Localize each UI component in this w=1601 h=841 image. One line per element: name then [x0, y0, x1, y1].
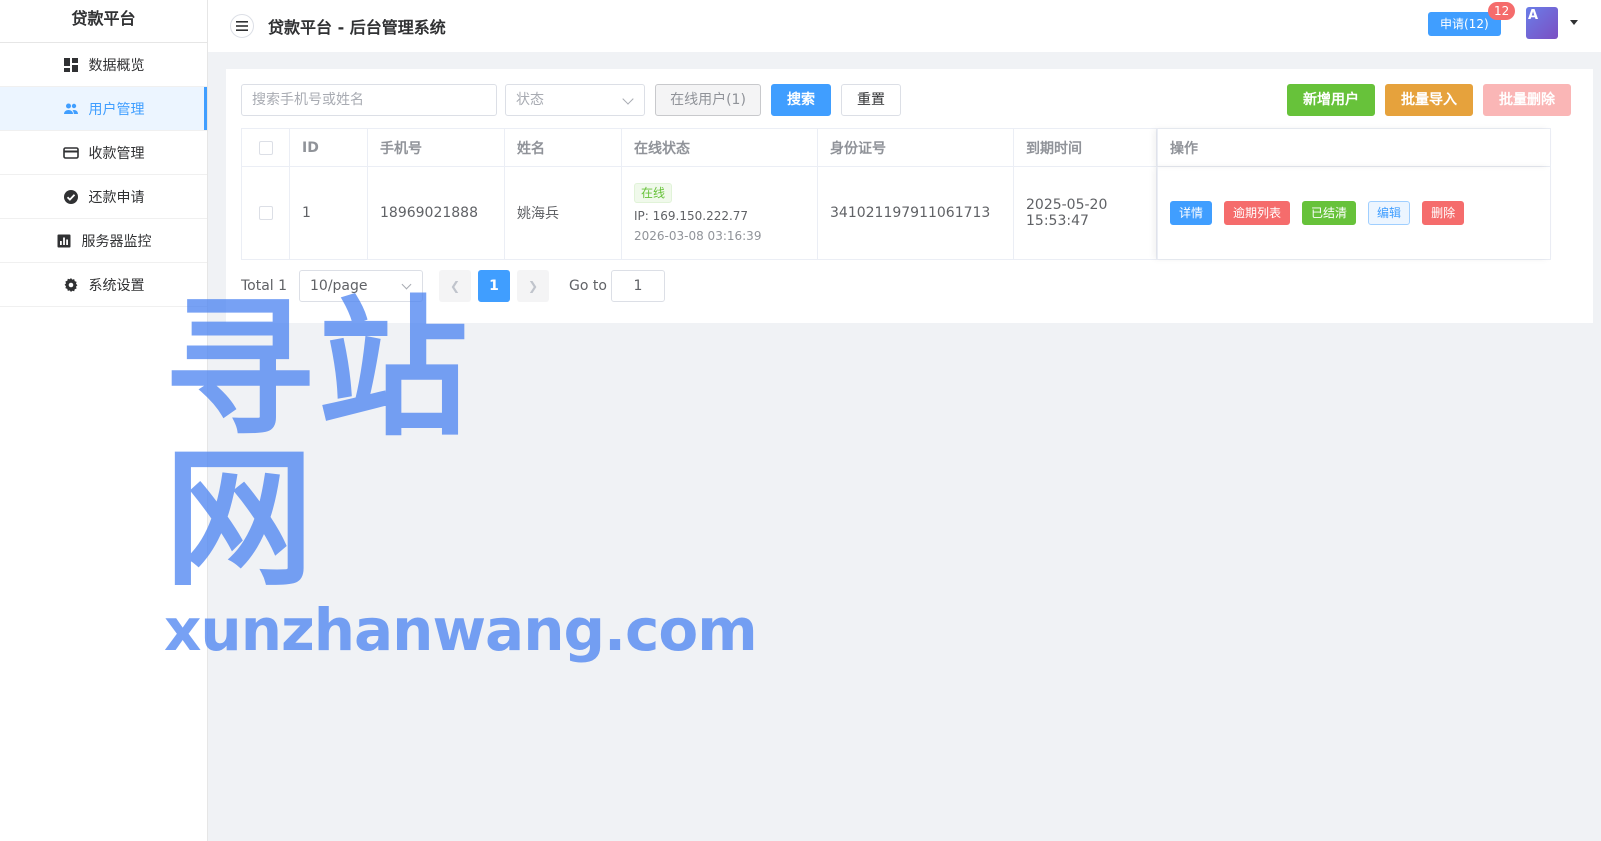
online-users-button[interactable]: 在线用户(1) — [655, 84, 761, 116]
user-table: ID 手机号 姓名 在线状态 身份证号 到期时间 操作 1 1896902188… — [241, 128, 1551, 260]
settled-button[interactable]: 已结清 — [1302, 201, 1357, 225]
online-status-stack: 在线 IP: 169.150.222.77 2026-03-08 03:16:3… — [634, 183, 761, 243]
row-action-buttons: 详情 逾期列表 已结清 编辑 删除 — [1170, 201, 1465, 225]
cell-online-status: 在线 IP: 169.150.222.77 2026-03-08 03:16:3… — [622, 167, 818, 259]
status-select-placeholder: 状态 — [516, 92, 544, 108]
sidebar-title: 贷款平台 — [0, 0, 207, 43]
status-select[interactable]: 状态 — [505, 84, 645, 116]
search-button[interactable]: 搜索 — [771, 84, 831, 116]
chevron-down-icon — [622, 93, 634, 105]
sidebar-item-label: 数据概览 — [88, 57, 145, 74]
row-checkbox[interactable] — [258, 206, 273, 220]
sidebar-item-payment-management[interactable]: 收款管理 — [0, 131, 207, 175]
avatar[interactable]: A — [1526, 7, 1558, 39]
notification-badge: 12 — [1488, 2, 1516, 20]
watermark-chinese-text: 寻站网 — [164, 283, 473, 607]
page-size-value: 10/page — [310, 278, 368, 294]
users-icon — [63, 101, 79, 117]
sidebar-item-label: 收款管理 — [88, 145, 145, 162]
pagination: Total 1 10/page ❮ 1 ❯ Go to — [241, 270, 741, 302]
chevron-down-icon[interactable] — [1570, 20, 1578, 25]
cell-id-card: 341021197911061713 — [818, 167, 1014, 259]
cell-id: 1 — [290, 167, 368, 259]
table-row: 1 18969021888 姚海兵 在线 IP: 169.150.222.77 … — [242, 167, 1550, 259]
column-header-id[interactable]: ID — [290, 129, 368, 166]
credit-card-icon — [62, 145, 79, 161]
cell-expire-time: 2025-05-20 15:53:47 — [1014, 167, 1157, 259]
gear-icon — [63, 277, 79, 293]
sidebar-item-label: 还款申请 — [88, 189, 145, 206]
chevron-left-icon: ❮ — [449, 279, 461, 293]
online-time: 2026-03-08 03:16:39 — [634, 229, 762, 243]
chevron-right-icon: ❯ — [527, 279, 539, 293]
sidebar-item-data-overview[interactable]: 数据概览 — [0, 43, 207, 87]
sidebar-item-label: 服务器监控 — [81, 233, 152, 250]
sidebar-item-user-management[interactable]: 用户管理 — [0, 87, 207, 131]
dashboard-icon — [63, 57, 79, 73]
cell-name: 姚海兵 — [505, 167, 622, 259]
select-all-checkbox[interactable] — [258, 140, 273, 155]
next-page-button[interactable]: ❯ — [517, 270, 549, 302]
column-header-phone[interactable]: 手机号 — [368, 129, 505, 166]
table-header-row: ID 手机号 姓名 在线状态 身份证号 到期时间 操作 — [242, 129, 1550, 167]
prev-page-button[interactable]: ❮ — [439, 270, 471, 302]
check-circle-icon — [63, 189, 79, 205]
detail-button[interactable]: 详情 — [1170, 201, 1213, 225]
goto-label: Go to — [569, 278, 607, 294]
cell-actions: 详情 逾期列表 已结清 编辑 删除 — [1157, 167, 1550, 259]
column-header-online-status[interactable]: 在线状态 — [622, 129, 818, 166]
cell-phone: 18969021888 — [368, 167, 505, 259]
ip-address: IP: 169.150.222.77 — [634, 209, 749, 223]
online-tag: 在线 — [634, 183, 672, 203]
column-header-actions: 操作 — [1157, 129, 1550, 166]
menu-toggle-button[interactable] — [230, 14, 254, 38]
page-number-current[interactable]: 1 — [478, 270, 510, 302]
add-user-button[interactable]: 新增用户 — [1287, 84, 1375, 116]
sidebar-item-repayment-application[interactable]: 还款申请 — [0, 175, 207, 219]
sidebar-item-label: 系统设置 — [88, 277, 145, 294]
overdue-list-button[interactable]: 逾期列表 — [1224, 201, 1291, 225]
pagination-total: Total 1 — [241, 278, 288, 294]
batch-import-button[interactable]: 批量导入 — [1385, 84, 1473, 116]
column-header-id-card[interactable]: 身份证号 — [818, 129, 1014, 166]
hamburger-icon — [236, 21, 248, 31]
user-list-card: 状态 在线用户(1) 搜索 重置 新增用户 批量导入 批量删除 ID 手机号 姓… — [226, 69, 1593, 323]
row-select-cell — [242, 167, 290, 259]
search-input[interactable] — [241, 84, 497, 116]
page-title: 贷款平台 - 后台管理系统 — [268, 18, 446, 37]
sidebar-item-server-monitor[interactable]: 服务器监控 — [0, 219, 207, 263]
sidebar-item-system-settings[interactable]: 系统设置 — [0, 263, 207, 307]
chevron-down-icon — [401, 279, 412, 290]
column-header-expire-time[interactable]: 到期时间 — [1014, 129, 1157, 166]
sidebar-item-label: 用户管理 — [88, 101, 145, 118]
reset-button[interactable]: 重置 — [841, 84, 901, 116]
delete-button[interactable]: 删除 — [1422, 201, 1465, 225]
page-size-select[interactable]: 10/page — [299, 270, 423, 302]
sidebar: 贷款平台 数据概览 用户管理 收款管理 还款申请 服务器监控 系统设置 — [0, 0, 208, 841]
filter-toolbar: 状态 在线用户(1) 搜索 重置 新增用户 批量导入 批量删除 — [241, 84, 1578, 116]
goto-page-input[interactable] — [611, 270, 665, 302]
watermark: 寻站网 xunzhanwang.com — [164, 295, 758, 664]
select-all-cell — [242, 129, 290, 166]
watermark-domain-text: xunzhanwang.com — [164, 596, 758, 664]
bar-chart-icon — [56, 233, 72, 249]
edit-button[interactable]: 编辑 — [1368, 201, 1411, 225]
batch-delete-button[interactable]: 批量删除 — [1483, 84, 1571, 116]
column-header-name[interactable]: 姓名 — [505, 129, 622, 166]
top-header: 贷款平台 - 后台管理系统 申请(12) 12 A — [208, 0, 1601, 52]
